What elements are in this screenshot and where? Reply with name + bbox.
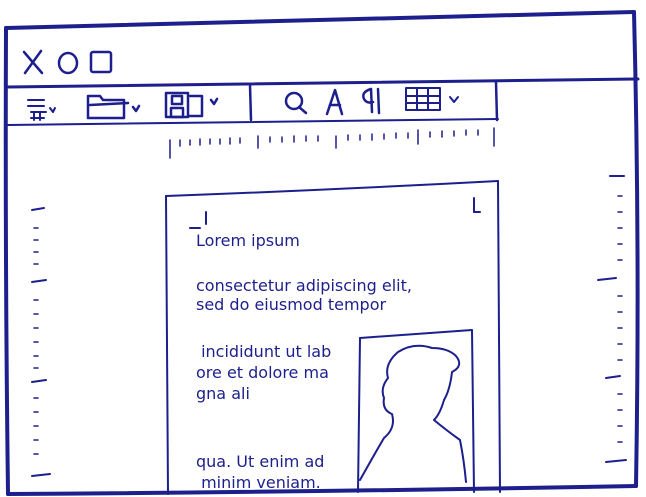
page-margin-marks — [189, 197, 481, 229]
document-line: qua. Ut enim ad — [196, 452, 325, 471]
search-button[interactable] — [282, 88, 312, 118]
toolbar-group-separator — [248, 83, 253, 122]
font-button[interactable] — [322, 86, 348, 118]
left-vertical-ruler — [31, 207, 51, 477]
toolbar-end-divider — [494, 80, 499, 122]
document-line: consectetur adipiscing elit, — [196, 276, 412, 295]
document-heading: Lorem ipsum — [196, 231, 300, 250]
document-line: ore et dolore ma — [196, 363, 329, 382]
horizontal-ruler — [169, 127, 495, 159]
close-button[interactable] — [18, 46, 48, 78]
toolbar-bottom-divider — [7, 118, 499, 126]
open-folder-button[interactable] — [84, 90, 144, 122]
document-page — [165, 180, 501, 495]
text-format-menu-button[interactable] — [24, 92, 60, 122]
minimize-button[interactable] — [86, 46, 116, 78]
save-button[interactable] — [162, 88, 222, 120]
maximize-button[interactable] — [56, 48, 82, 78]
person-silhouette-icon — [359, 344, 467, 483]
portrait-image — [357, 329, 475, 493]
paragraph-button[interactable] — [356, 86, 384, 118]
document-line: incididunt ut lab — [196, 342, 332, 361]
document-line: sed do eiusmod tempor — [196, 295, 387, 314]
insert-table-button[interactable] — [402, 84, 462, 114]
right-vertical-ruler — [597, 175, 627, 463]
document-line: gna ali — [196, 384, 250, 403]
document-line: minim veniam. — [196, 473, 321, 492]
